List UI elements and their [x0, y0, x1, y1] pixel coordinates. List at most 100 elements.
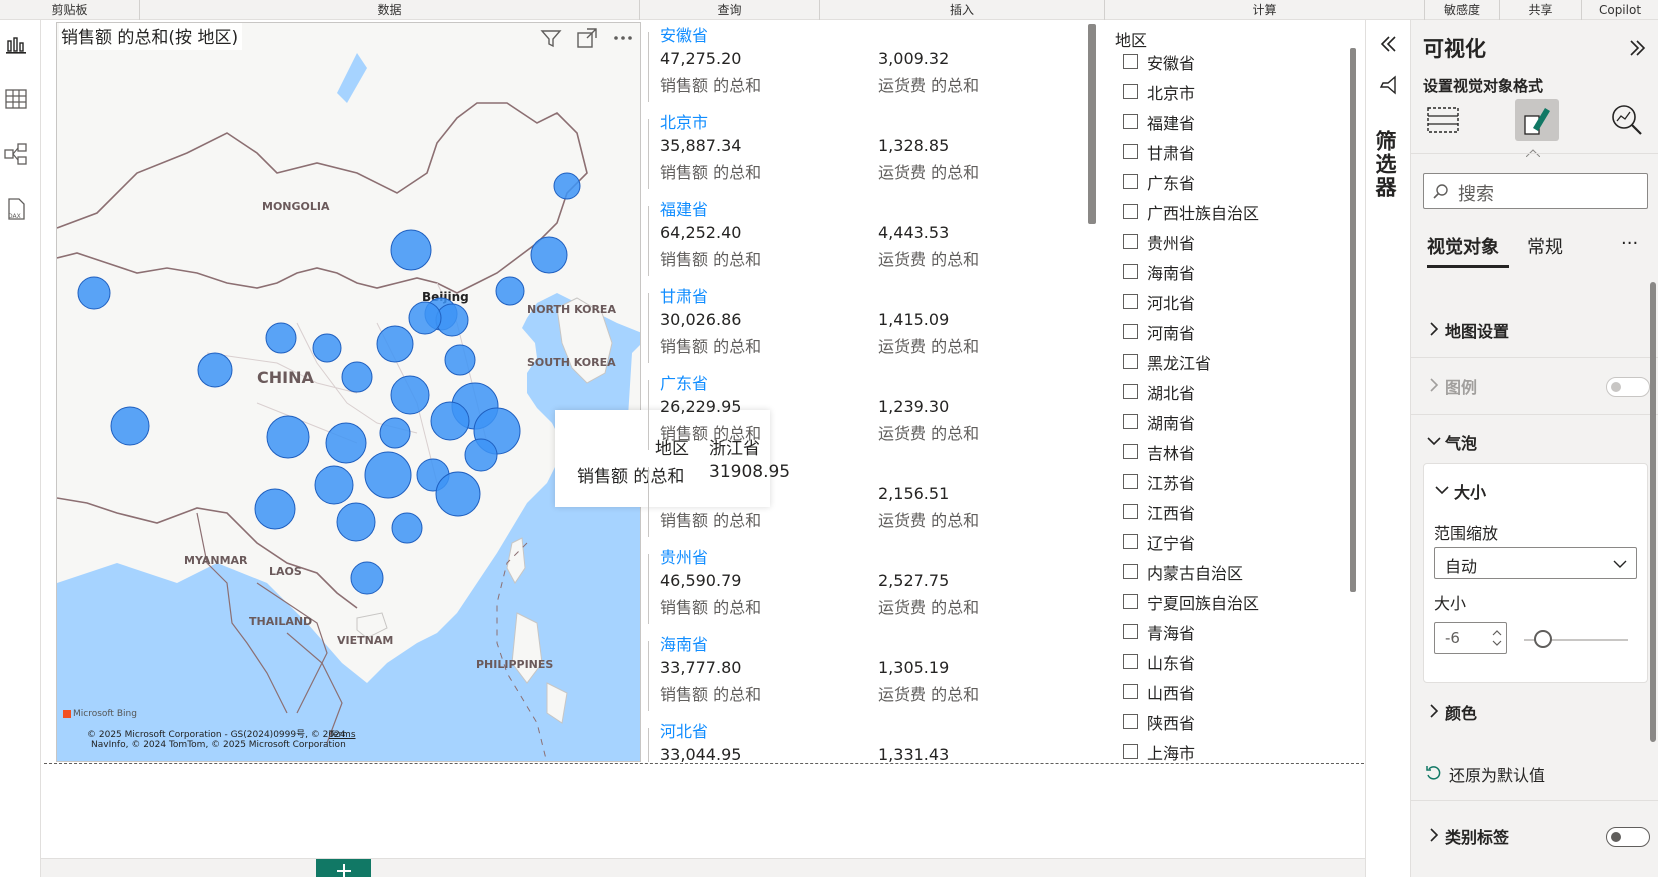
analytics-icon[interactable] [1609, 102, 1645, 138]
bubble-sichuan[interactable] [266, 415, 310, 459]
bubble-shanxi-province[interactable] [312, 333, 342, 363]
slicer-checkbox[interactable] [1123, 204, 1138, 219]
bubble-hunan[interactable] [364, 451, 412, 499]
card-row[interactable]: 广东省 26,229.95 销售额 的总和 1,239.30 运货费 的总和 [645, 370, 1075, 454]
bubble-guangdong[interactable] [391, 512, 423, 544]
card-row[interactable]: 销售额 的总和 2,156.51 运货费 的总和 [645, 457, 1075, 541]
filters-label[interactable]: 筛选器 [1373, 130, 1400, 199]
bubble-yunnan[interactable] [254, 488, 296, 530]
card-row[interactable]: 海南省 33,777.80 销售额 的总和 1,305.19 运货费 的总和 [645, 631, 1075, 715]
focus-mode-icon[interactable] [576, 27, 598, 49]
terms-link[interactable]: Terms [329, 730, 356, 740]
slicer-checkbox[interactable] [1123, 564, 1138, 579]
ribbon-group-data[interactable]: 数据 [140, 0, 640, 20]
slicer-checkbox[interactable] [1123, 444, 1138, 459]
bubble-shanghai[interactable] [464, 438, 498, 472]
slicer-checkbox[interactable] [1123, 504, 1138, 519]
viz-pane-scrollbar[interactable] [1650, 282, 1656, 742]
bubble-hubei[interactable] [379, 417, 411, 449]
slicer-checkbox[interactable] [1123, 294, 1138, 309]
card-row[interactable]: 甘肃省 30,026.86 销售额 的总和 1,415.09 运货费 的总和 [645, 283, 1075, 367]
size-number-input[interactable]: -6 [1434, 622, 1507, 654]
slicer-checkbox[interactable] [1123, 144, 1138, 159]
card-scrollbar[interactable] [1088, 24, 1096, 224]
expand-filters-icon[interactable] [1377, 33, 1399, 55]
bubble-qinghai[interactable] [197, 352, 233, 388]
legend-toggle[interactable] [1606, 377, 1650, 397]
map-canvas[interactable]: MONGOLIA CHINA Beijing NORTH KOREA SOUTH… [57, 23, 641, 762]
more-tabs-button[interactable]: ··· [1621, 233, 1638, 254]
slicer-checkbox[interactable] [1123, 114, 1138, 129]
bubble-fujian[interactable] [435, 471, 481, 517]
add-page-button[interactable] [316, 859, 371, 877]
format-visual-tab[interactable] [1515, 99, 1559, 141]
slicer-checkbox[interactable] [1123, 474, 1138, 489]
slicer-checkbox[interactable] [1123, 264, 1138, 279]
bubble-guizhou[interactable] [314, 465, 354, 505]
bubble-henan[interactable] [390, 375, 430, 415]
card-row[interactable]: 福建省 64,252.40 销售额 的总和 4,443.53 运货费 的总和 [645, 196, 1075, 280]
tab-general[interactable]: 常规 [1527, 233, 1563, 259]
card-row[interactable]: 北京市 35,887.34 销售额 的总和 1,328.85 运货费 的总和 [645, 109, 1075, 193]
filter-pane[interactable]: 筛选器 [1365, 20, 1409, 877]
ribbon-group-copilot[interactable]: Copilot [1582, 0, 1658, 20]
slicer-checkbox[interactable] [1123, 714, 1138, 729]
bubble-neimenggu[interactable] [390, 229, 432, 271]
slicer-checkbox[interactable] [1123, 744, 1138, 759]
ribbon-group-share[interactable]: 共享 [1500, 0, 1582, 20]
slicer-checkbox[interactable] [1123, 234, 1138, 249]
tab-visual[interactable]: 视觉对象 [1427, 233, 1499, 259]
ribbon-group-query[interactable]: 查询 [640, 0, 820, 20]
ribbon-group-calculate[interactable]: 计算 [1105, 0, 1425, 20]
bubble-jilin[interactable] [530, 236, 568, 274]
slicer-checkbox[interactable] [1123, 624, 1138, 639]
model-view-icon[interactable] [3, 141, 29, 167]
bubble-shanxi[interactable] [376, 325, 414, 363]
card-row[interactable]: 贵州省 46,590.79 销售额 的总和 2,527.75 运货费 的总和 [645, 544, 1075, 628]
slicer-scrollbar[interactable] [1350, 48, 1356, 592]
card-row[interactable]: 河北省 33,044.95 1,331.43 [645, 718, 1075, 762]
slicer-checkbox[interactable] [1123, 174, 1138, 189]
slicer-checkbox[interactable] [1123, 84, 1138, 99]
bubble-hainan[interactable] [350, 561, 384, 595]
collapse-viz-icon[interactable] [1626, 37, 1648, 59]
category-labels-toggle[interactable] [1606, 827, 1650, 847]
slicer-checkbox[interactable] [1123, 324, 1138, 339]
build-visual-icon[interactable] [1425, 102, 1461, 138]
filter-icon[interactable] [540, 27, 562, 49]
map-visual[interactable]: MONGOLIA CHINA Beijing NORTH KOREA SOUTH… [56, 22, 641, 762]
bubble-hebei[interactable] [408, 301, 442, 335]
size-slider-thumb[interactable] [1534, 630, 1552, 648]
multi-row-card[interactable]: 安徽省 47,275.20 销售额 的总和 3,009.32 运货费 的总和 北… [645, 22, 1075, 762]
slicer-checkbox[interactable] [1123, 384, 1138, 399]
slicer-checkbox[interactable] [1123, 594, 1138, 609]
bubble-liaoning[interactable] [495, 276, 525, 306]
bubble-heilongjiang[interactable] [553, 172, 581, 200]
slicer-checkbox[interactable] [1123, 354, 1138, 369]
ribbon-group-clipboard[interactable]: 剪贴板 [0, 0, 140, 20]
card-row[interactable]: 安徽省 47,275.20 销售额 的总和 3,009.32 运货费 的总和 [645, 22, 1075, 106]
ribbon-group-sensitivity[interactable]: 敏感度 [1425, 0, 1500, 20]
bubble-ningxia[interactable] [265, 322, 297, 354]
bubble-xizang[interactable] [110, 406, 150, 446]
slicer-checkbox[interactable] [1123, 414, 1138, 429]
table-view-icon[interactable] [3, 86, 29, 112]
bubble-chongqing[interactable] [325, 422, 367, 464]
slicer-checkbox[interactable] [1123, 654, 1138, 669]
ribbon-group-insert[interactable]: 插入 [820, 0, 1105, 20]
section-color[interactable]: 颜色 [1423, 692, 1658, 732]
region-slicer[interactable]: 地区 安徽省 北京市 福建省 甘肃省 广东省 广西壮族自治区 贵州省 海南省 河北省 河南省 黑龙江… [1107, 22, 1361, 762]
slicer-checkbox[interactable] [1123, 54, 1138, 69]
viz-search-input[interactable]: 搜索 [1423, 173, 1648, 209]
range-scale-dropdown[interactable]: 自动 [1434, 547, 1637, 579]
slicer-checkbox[interactable] [1123, 534, 1138, 549]
section-bubbles[interactable]: 气泡 [1423, 422, 1658, 462]
spinner-icon[interactable] [1492, 626, 1502, 650]
section-map-settings[interactable]: 地图设置 [1423, 310, 1658, 350]
report-view-icon[interactable] [3, 32, 29, 58]
dax-query-icon[interactable]: DAX [3, 196, 29, 222]
more-options-icon[interactable] [612, 27, 634, 49]
bubble-anhui[interactable] [430, 401, 470, 441]
bubble-xinjiang[interactable] [77, 276, 111, 310]
bubble-gansu[interactable] [341, 361, 373, 393]
